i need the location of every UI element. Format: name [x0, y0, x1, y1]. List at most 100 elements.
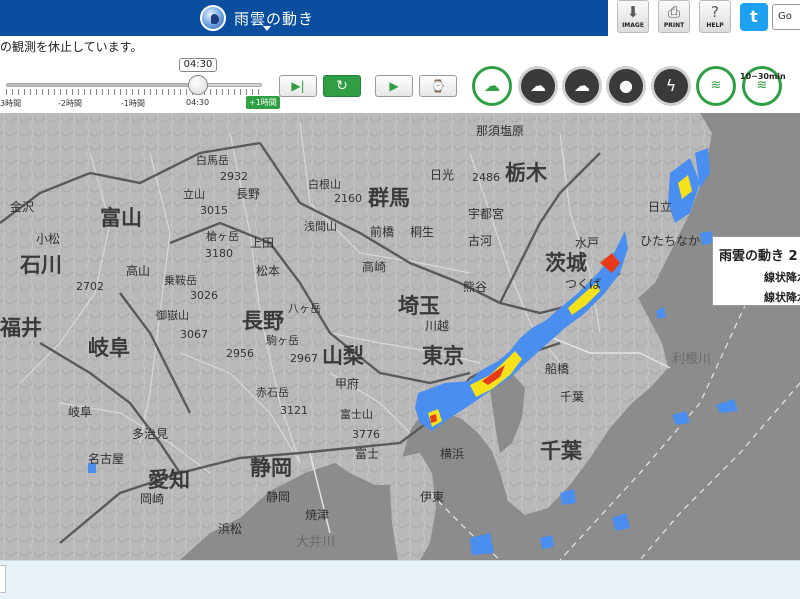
city-label: 小松: [36, 232, 61, 246]
city-label: 長野: [236, 187, 261, 201]
download-icon: ⬇: [626, 3, 640, 21]
pref-label: 石川: [20, 253, 62, 277]
image-button[interactable]: ⬇ IMAGE: [617, 0, 649, 33]
tick-label: 04:30: [186, 98, 210, 107]
pref-label: 埼玉: [398, 294, 440, 318]
city-label: 岐阜: [68, 405, 93, 419]
izu-peninsula: [390, 453, 436, 560]
pref-label: 福井: [0, 316, 42, 340]
app-title-group[interactable]: 雨雲の動き: [200, 2, 314, 34]
time-slider-thumb[interactable]: [188, 75, 208, 95]
city-label: 千葉: [560, 390, 585, 404]
google-button[interactable]: Go: [772, 4, 800, 30]
layer-thunder-button[interactable]: ☁: [518, 66, 558, 106]
city-label: 松本: [256, 264, 281, 278]
layer-rain-cloud-button[interactable]: ☁: [472, 66, 512, 106]
city-label: 前橋: [370, 225, 395, 239]
city-label: 上田: [250, 236, 275, 250]
rain-cloud-icon: ☁: [484, 76, 500, 95]
time-slider-track[interactable]: [6, 83, 262, 87]
play-button[interactable]: ▶: [375, 75, 413, 97]
river-label: 利根川: [672, 352, 712, 367]
pref-label: 岐阜: [88, 336, 130, 360]
city-label: 水戸: [575, 236, 600, 250]
chevron-down-icon[interactable]: [263, 26, 271, 31]
print-button-label: PRINT: [663, 22, 685, 29]
plus-one-hour-label[interactable]: +1時間: [246, 96, 280, 109]
pref-label: 富山: [100, 206, 142, 230]
layer-rainfall-button[interactable]: ●: [606, 66, 646, 106]
city-label: つくば: [565, 277, 602, 291]
pref-label: 山梨: [322, 344, 364, 368]
help-button-label: HELP: [706, 22, 724, 29]
elevation-label: 2967: [290, 352, 318, 365]
tick-label: -1時間: [121, 99, 145, 108]
time-slider-fill: [7, 84, 198, 86]
printer-icon: ⎙: [667, 3, 680, 21]
city-label: 伊東: [420, 490, 445, 504]
elevation-label: 2956: [226, 347, 254, 360]
rainband-icon: ≋: [710, 78, 722, 93]
mountain-label: 白根山: [308, 178, 341, 191]
latest-time-button[interactable]: ↻: [323, 75, 361, 97]
pref-label: 静岡: [250, 456, 292, 480]
twitter-button[interactable]: t: [740, 3, 768, 31]
mountain-label: 白馬岳: [196, 154, 229, 167]
elevation-label: 2486: [472, 171, 500, 184]
image-button-label: IMAGE: [622, 22, 644, 29]
mountain-label: 立山: [183, 188, 205, 201]
elevation-label: 3015: [200, 204, 228, 217]
mountain-label: 富士山: [340, 408, 373, 421]
info-panel[interactable]: 雨雲の動き 2 線状降水 線状降水: [712, 236, 800, 306]
layer-linear-rainband-button[interactable]: ≋: [696, 66, 736, 106]
speed-button[interactable]: ⌚: [419, 75, 457, 97]
elevation-label: 2932: [220, 170, 248, 183]
elevation-label: 2702: [76, 280, 104, 293]
tornado-icon: ☁: [574, 76, 590, 95]
pref-label: 茨城: [545, 251, 587, 275]
print-button[interactable]: ⎙ PRINT: [658, 0, 690, 33]
help-button[interactable]: ? HELP: [699, 0, 731, 33]
city-label: 静岡: [266, 490, 291, 504]
river-label: 大井川: [296, 535, 336, 550]
notice-text: の観測を休止しています。: [0, 40, 143, 54]
city-label: 宇都宮: [468, 207, 505, 221]
mountain-label: 駒ヶ岳: [266, 334, 299, 347]
city-label: 船橋: [545, 362, 570, 376]
refresh-icon: ↻: [336, 78, 348, 94]
pref-label: 長野: [242, 309, 284, 333]
current-time-bubble: 04:30: [179, 58, 217, 72]
rainband-forecast-label: 10~30min: [740, 72, 786, 81]
step-forward-button[interactable]: ▶|: [279, 75, 317, 97]
mountain-label: 八ヶ岳: [288, 302, 321, 315]
step-forward-icon: ▶|: [291, 79, 305, 93]
lightning-icon: ϟ: [665, 76, 677, 95]
mountain-label: 赤石岳: [256, 386, 289, 399]
elevation-label: 3776: [352, 428, 380, 441]
tick-label: -2時間: [58, 99, 82, 108]
gauge-icon: ⌚: [430, 79, 446, 93]
elevation-label: 3026: [190, 289, 218, 302]
layer-lightning-button[interactable]: ϟ: [651, 66, 691, 106]
header-bar: 雨雲の動き ⬇ IMAGE ⎙ PRINT ? HELP t Go: [0, 0, 800, 36]
elevation-label: 3180: [205, 247, 233, 260]
mountain-label: 御嶽山: [156, 309, 189, 322]
city-label: 多治見: [132, 427, 169, 441]
tick-label: 3時間: [0, 99, 22, 108]
city-label: 浜松: [218, 522, 243, 536]
pref-label: 栃木: [505, 161, 547, 185]
city-label: 甲府: [335, 377, 360, 391]
google-button-label: Go: [778, 11, 792, 22]
app-root: 雨雲の動き ⬇ IMAGE ⎙ PRINT ? HELP t Go の観測を休止…: [0, 0, 800, 599]
city-label: 那須塩原: [476, 124, 525, 138]
city-label: 川越: [425, 319, 450, 333]
panel-handle[interactable]: [0, 565, 6, 593]
raindrop-icon: ●: [619, 76, 633, 95]
rain-radar-map[interactable]: 栃木 群馬 茨城 埼玉 長野 山梨 東京 富山 石川 福井 岐阜 愛知 静岡 千…: [0, 113, 800, 560]
info-panel-title: 雨雲の動き 2: [719, 249, 798, 264]
time-slider-ticks: [6, 89, 262, 95]
layer-tornado-button[interactable]: ☁: [562, 66, 602, 106]
twitter-icon: t: [750, 7, 758, 26]
city-label: 日立: [648, 200, 673, 214]
mountain-label: 乗鞍岳: [164, 274, 197, 287]
